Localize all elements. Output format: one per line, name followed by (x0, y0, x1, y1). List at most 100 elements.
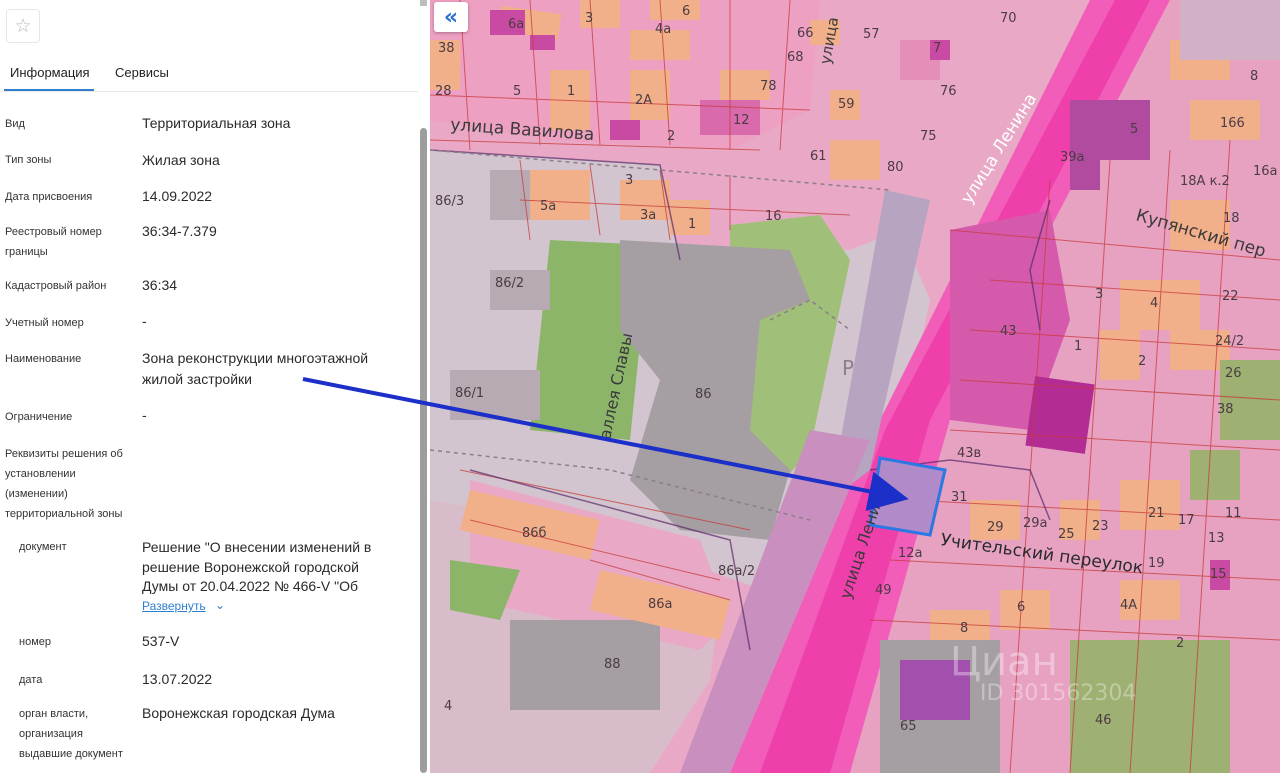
label-49: 49 (875, 583, 892, 598)
garden-17 (1190, 450, 1240, 500)
expand-document-link[interactable]: Развернуть (142, 599, 206, 613)
value-name-line2: жилой застройки (142, 371, 252, 387)
label-86a: 86а (648, 597, 673, 612)
label-22: 22 (1222, 289, 1239, 304)
watermark-id: ID 301562304 (980, 681, 1136, 706)
label-31: 31 (951, 490, 968, 505)
label-46: 46 (1095, 713, 1112, 728)
label-88: 88 (604, 657, 621, 672)
label-decision-1: Реквизиты решения об (5, 448, 123, 460)
label-5a: 5а (540, 199, 556, 214)
label-1: 1 (567, 84, 575, 99)
house-6 (650, 0, 700, 20)
label-65: 65 (900, 719, 917, 734)
label-cadastral-district: Кадастровый район (5, 280, 107, 292)
favorite-star-icon[interactable]: ☆ (6, 9, 40, 43)
label-86-1: 86/1 (455, 386, 484, 401)
label-name: Наименование (5, 353, 82, 365)
label-13: 13 (1208, 531, 1225, 546)
label-2b: 2 (1176, 636, 1184, 651)
label-29: 29 (987, 520, 1004, 535)
label-86b: 86б (522, 526, 547, 541)
house-2-east (1100, 330, 1140, 380)
label-75: 75 (920, 129, 937, 144)
info-panel: ☆ Информация Сервисы Вид Территориальная… (0, 0, 420, 773)
map-canvas: улица Вавилова улица Ленина улица Ленина… (430, 0, 1280, 773)
label-166: 166 (1220, 116, 1245, 131)
label-8r: 8 (960, 621, 968, 636)
label-7: 7 (933, 41, 941, 56)
label-3r: 3 (1095, 287, 1103, 302)
label-38r: 38 (1217, 402, 1234, 417)
tab-information[interactable]: Информация (10, 65, 90, 80)
value-cadastral-district: 36:34 (142, 277, 178, 293)
label-zone-type: Тип зоны (5, 154, 52, 166)
label-authority-3: выдавшие документ (19, 748, 123, 760)
value-name-line1: Зона реконструкции многоэтажной (142, 350, 369, 366)
collapse-panel-icon[interactable]: « (434, 2, 468, 32)
label-2r: 2 (1138, 354, 1146, 369)
label-61: 61 (810, 149, 827, 164)
label-8: 8 (1250, 69, 1258, 84)
house-21 (1120, 480, 1180, 530)
label-1r: 1 (1074, 339, 1082, 354)
label-1b: 1 (688, 217, 696, 232)
label-26: 26 (1225, 366, 1242, 381)
label-6: 6 (682, 4, 690, 19)
value-restriction: - (142, 407, 147, 423)
label-38: 38 (438, 41, 455, 56)
label-59: 59 (838, 97, 855, 112)
garden-south-east (1070, 640, 1230, 773)
label-5: 5 (513, 84, 521, 99)
label-12a: 12а (898, 546, 923, 561)
chevron-down-icon[interactable]: ⌄ (215, 598, 225, 612)
label-4A: 4А (1120, 598, 1137, 613)
value-document-line1: Решение "О внесении изменений в (142, 539, 372, 555)
label-70: 70 (1000, 11, 1017, 26)
parking-label: P (842, 356, 854, 380)
label-2: 2 (667, 129, 675, 144)
label-3a: 3а (640, 208, 656, 223)
label-18a: 18А к.2 (1180, 174, 1230, 189)
label-date: дата (19, 674, 43, 686)
value-account-number: - (142, 313, 147, 329)
label-23: 23 (1092, 519, 1109, 534)
active-tab-indicator (4, 89, 94, 91)
label-decision-2: установлении (5, 468, 76, 480)
label-16: 16 (765, 209, 782, 224)
label-authority-2: организация (19, 728, 83, 740)
panel-scrollbar-top (420, 0, 427, 6)
label-57: 57 (863, 27, 880, 42)
label-39a: 39а (1060, 150, 1085, 165)
label-registry-number-2: границы (5, 246, 48, 258)
house-2-dark (610, 120, 640, 140)
label-24-2: 24/2 (1215, 334, 1244, 349)
label-21: 21 (1148, 506, 1165, 521)
label-date-assigned: Дата присвоения (5, 191, 93, 203)
cadastral-map[interactable]: улица Вавилова улица Ленина улица Ленина… (430, 0, 1280, 773)
label-authority-1: орган власти, (19, 708, 89, 720)
label-86a-2: 86а/2 (718, 564, 755, 579)
label-4a: 4а (655, 22, 671, 37)
label-86-3: 86/3 (435, 194, 464, 209)
house-80 (830, 140, 880, 180)
label-86-2: 86/2 (495, 276, 524, 291)
label-document: документ (19, 541, 67, 553)
label-4-left: 4 (444, 699, 452, 714)
label-80: 80 (887, 160, 904, 175)
value-document-line3: Думы от 20.04.2022 № 466-V "Об (142, 578, 358, 594)
value-authority: Воронежская городская Дума (142, 705, 335, 721)
label-16a: 16а (1253, 164, 1278, 179)
label-12: 12 (733, 113, 750, 128)
panel-scrollbar-thumb[interactable] (420, 128, 427, 773)
building-39a (1070, 140, 1100, 190)
label-28: 28 (435, 84, 452, 99)
label-19: 19 (1148, 556, 1165, 571)
label-6a: 6а (508, 17, 524, 32)
label-66: 66 (797, 26, 814, 41)
label-86: 86 (695, 387, 712, 402)
tab-services[interactable]: Сервисы (115, 65, 169, 80)
label-15: 15 (1210, 567, 1227, 582)
label-number: номер (19, 636, 51, 648)
label-43v: 43в (957, 446, 981, 461)
